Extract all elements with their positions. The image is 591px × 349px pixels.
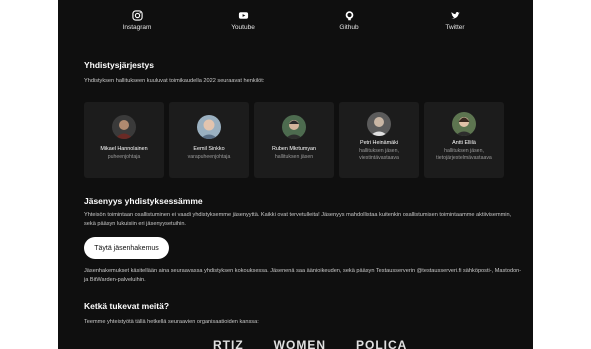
member-role: puheenjohtaja [107, 154, 141, 160]
page: Instagram Youtube Github Twitter Yhdisty… [58, 0, 533, 349]
member-name: Antti Ellilä [452, 140, 476, 146]
github-icon [345, 11, 353, 21]
member-card: Mikael Hannolainen puheenjohtaja [84, 102, 164, 178]
supporter-logo[interactable]: RTIZ [213, 338, 244, 349]
avatar [197, 115, 221, 139]
member-name: Ruben Mkrtumyan [271, 146, 317, 152]
supporter-logo[interactable]: WOMEN [274, 338, 326, 349]
youtube-label: Youtube [231, 24, 255, 31]
avatar [282, 115, 306, 139]
membership-title: Jäsenyys yhdistyksessämme [84, 196, 203, 206]
member-role: varapuheenjohtaja [187, 154, 231, 160]
board-members: Mikael Hannolainen puheenjohtaja Eemil S… [84, 102, 504, 178]
member-card: Eemil Sinkko varapuheenjohtaja [169, 102, 249, 178]
member-role: hallituksen jäsen, tietojärjestelmävasta… [436, 148, 492, 161]
member-card: Ruben Mkrtumyan hallituksen jäsen [254, 102, 334, 178]
member-name: Mikael Hannolainen [100, 146, 148, 152]
supporters-title: Ketkä tukevat meitä? [84, 301, 170, 311]
member-card: Antti Ellilä hallituksen jäsen, tietojär… [424, 102, 504, 178]
instagram-link[interactable]: Instagram [84, 10, 190, 38]
member-role: hallituksen jäsen [274, 154, 314, 160]
youtube-link[interactable]: Youtube [190, 10, 296, 38]
membership-note: Jäsenhakemukset käsitellään aina seuraav… [84, 268, 522, 283]
twitter-icon [450, 11, 460, 19]
twitter-label: Twitter [445, 24, 465, 31]
member-name: Petri Heinämäki [359, 140, 399, 146]
twitter-link[interactable]: Twitter [402, 10, 508, 38]
avatar [452, 112, 476, 136]
social-links: Instagram Youtube Github Twitter [84, 10, 508, 38]
board-title: Yhdistysjärjestys [84, 60, 154, 70]
member-card: Petri Heinämäki hallituksen jäsen, viest… [339, 102, 419, 178]
instagram-label: Instagram [122, 24, 152, 31]
member-name: Eemil Sinkko [193, 146, 225, 152]
github-label: Github [339, 24, 359, 31]
instagram-icon [131, 10, 143, 21]
supporter-logo[interactable]: POLICA [356, 338, 407, 349]
board-intro: Yhdistyksen hallitukseen kuuluvat toimik… [84, 78, 265, 84]
membership-text: Yhteisön toimintaan osallistuminen ei va… [84, 212, 512, 227]
avatar [367, 112, 391, 136]
avatar [112, 115, 136, 139]
supporters-text: Teemme yhteistyötä tällä hetkellä seuraa… [84, 319, 259, 325]
member-role: hallituksen jäsen, viestintävastaava [359, 148, 399, 161]
github-link[interactable]: Github [296, 10, 402, 38]
youtube-icon [238, 12, 248, 19]
membership-apply-button[interactable]: Täytä jäsenhakemus [84, 237, 169, 259]
supporter-logos: RTIZ WOMEN POLICA [213, 338, 407, 349]
